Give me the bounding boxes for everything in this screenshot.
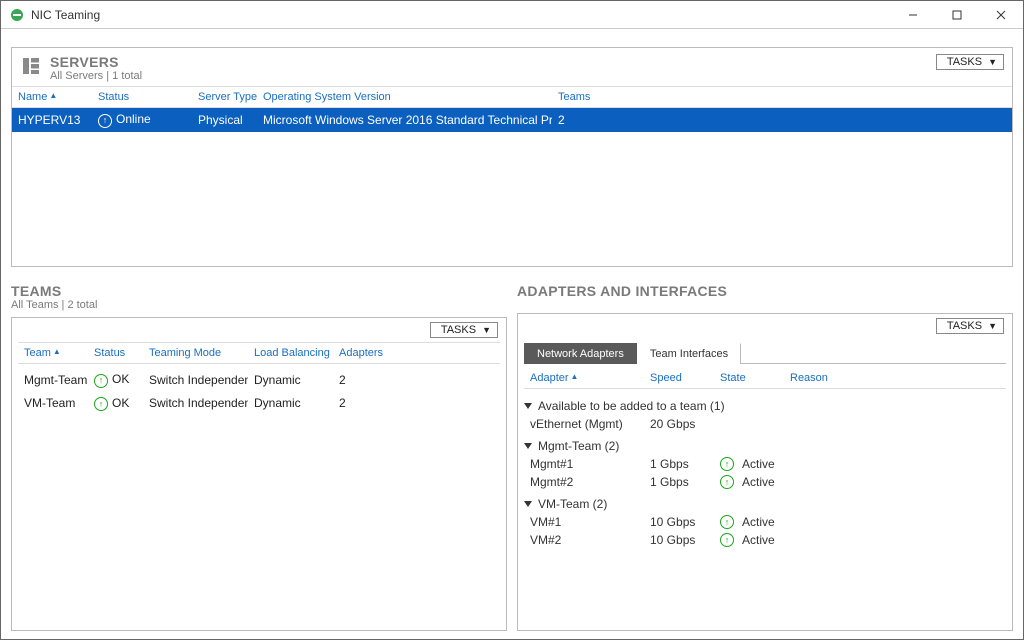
chevron-down-icon: ▼ xyxy=(988,57,997,67)
adapters-tabs: Network Adapters Team Interfaces xyxy=(524,342,1006,364)
adapter-group[interactable]: Available to be added to a team (1) xyxy=(524,399,1006,413)
status-up-icon: ↑ xyxy=(720,515,734,529)
col-reason[interactable]: Reason xyxy=(784,372,874,384)
team-mode: Switch Independent xyxy=(143,396,248,410)
team-lb: Dynamic xyxy=(248,373,333,387)
adapter-row[interactable]: Mgmt#2 1 Gbps ↑Active xyxy=(524,473,1006,491)
group-label: Available to be added to a team (1) xyxy=(538,399,725,413)
status-up-icon: ↑ xyxy=(720,475,734,489)
col-state[interactable]: State xyxy=(714,372,784,384)
title-bar: NIC Teaming xyxy=(1,1,1023,29)
tab-network-adapters[interactable]: Network Adapters xyxy=(524,343,637,364)
teams-grid-body: Mgmt-Team ↑OK Switch Independent Dynamic… xyxy=(12,364,506,630)
tasks-label: TASKS xyxy=(947,56,982,68)
col-status[interactable]: Status xyxy=(92,91,192,103)
teams-title: TEAMS xyxy=(11,283,507,299)
adapter-name: Mgmt#2 xyxy=(524,475,644,489)
team-lb: Dynamic xyxy=(248,396,333,410)
col-team[interactable]: Team▲ xyxy=(18,347,88,359)
adapters-title: ADAPTERS AND INTERFACES xyxy=(517,283,1013,299)
tasks-label: TASKS xyxy=(441,324,476,336)
adapter-speed: 10 Gbps xyxy=(644,533,714,547)
adapter-state: ↑Active xyxy=(714,515,784,529)
adapter-group[interactable]: VM-Team (2) xyxy=(524,497,1006,511)
teams-subtitle: All Teams | 2 total xyxy=(11,299,507,311)
app-icon xyxy=(9,7,25,23)
servers-subtitle: All Servers | 1 total xyxy=(50,70,142,82)
server-type: Physical xyxy=(192,113,257,127)
tasks-label: TASKS xyxy=(947,320,982,332)
adapter-state: ↑Active xyxy=(714,475,784,489)
minimize-button[interactable] xyxy=(891,1,935,29)
servers-grid-body: HYPERV13 ↑Online Physical Microsoft Wind… xyxy=(12,108,1012,266)
server-row[interactable]: HYPERV13 ↑Online Physical Microsoft Wind… xyxy=(12,108,1012,132)
adapter-name: Mgmt#1 xyxy=(524,457,644,471)
expand-icon xyxy=(524,403,532,409)
servers-icon xyxy=(20,56,42,78)
adapter-state: ↑Active xyxy=(714,457,784,471)
expand-icon xyxy=(524,501,532,507)
adapter-row[interactable]: VM#1 10 Gbps ↑Active xyxy=(524,513,1006,531)
chevron-down-icon: ▼ xyxy=(482,325,491,335)
adapter-name: VM#1 xyxy=(524,515,644,529)
teams-tasks-button[interactable]: TASKS ▼ xyxy=(430,322,498,338)
team-adapters: 2 xyxy=(333,396,403,410)
servers-title: SERVERS xyxy=(50,54,142,70)
col-speed[interactable]: Speed xyxy=(644,372,714,384)
team-row[interactable]: Mgmt-Team ↑OK Switch Independent Dynamic… xyxy=(18,368,500,392)
group-label: Mgmt-Team (2) xyxy=(538,439,619,453)
team-mode: Switch Independent xyxy=(143,373,248,387)
adapter-speed: 1 Gbps xyxy=(644,475,714,489)
adapter-row[interactable]: VM#2 10 Gbps ↑Active xyxy=(524,531,1006,549)
adapter-speed: 1 Gbps xyxy=(644,457,714,471)
col-adapters[interactable]: Adapters xyxy=(333,347,403,359)
adapters-tasks-button[interactable]: TASKS ▼ xyxy=(936,318,1004,334)
adapter-name: VM#2 xyxy=(524,533,644,547)
adapter-speed: 10 Gbps xyxy=(644,515,714,529)
adapter-state: ↑Active xyxy=(714,533,784,547)
teams-columns: Team▲ Status Teaming Mode Load Balancing… xyxy=(18,342,500,364)
col-lb[interactable]: Load Balancing xyxy=(248,347,333,359)
server-status: ↑Online xyxy=(92,112,192,128)
expand-icon xyxy=(524,443,532,449)
adapter-row[interactable]: vEthernet (Mgmt) 20 Gbps xyxy=(524,415,1006,433)
col-adapter[interactable]: Adapter▲ xyxy=(524,372,644,384)
adapter-group[interactable]: Mgmt-Team (2) xyxy=(524,439,1006,453)
server-teams: 2 xyxy=(552,113,612,127)
team-adapters: 2 xyxy=(333,373,403,387)
adapter-name: vEthernet (Mgmt) xyxy=(524,417,644,431)
tab-team-interfaces[interactable]: Team Interfaces xyxy=(637,343,741,364)
status-up-icon: ↑ xyxy=(98,114,112,128)
team-status: ↑OK xyxy=(88,372,143,388)
window-title: NIC Teaming xyxy=(31,8,100,22)
group-label: VM-Team (2) xyxy=(538,497,607,511)
col-teams[interactable]: Teams xyxy=(552,91,612,103)
chevron-down-icon: ▼ xyxy=(988,321,997,331)
servers-tasks-button[interactable]: TASKS ▼ xyxy=(936,54,1004,70)
col-status[interactable]: Status xyxy=(88,347,143,359)
col-os[interactable]: Operating System Version xyxy=(257,91,552,103)
servers-columns: Name▲ Status Server Type Operating Syste… xyxy=(12,86,1012,108)
team-status: ↑OK xyxy=(88,396,143,412)
status-up-icon: ↑ xyxy=(720,457,734,471)
adapter-row[interactable]: Mgmt#1 1 Gbps ↑Active xyxy=(524,455,1006,473)
col-server-type[interactable]: Server Type xyxy=(192,91,257,103)
server-name: HYPERV13 xyxy=(12,113,92,127)
maximize-button[interactable] xyxy=(935,1,979,29)
adapter-speed: 20 Gbps xyxy=(644,417,714,431)
adapters-grid-body: Available to be added to a team (1) vEth… xyxy=(518,389,1012,630)
team-name: VM-Team xyxy=(18,396,88,410)
status-up-icon: ↑ xyxy=(94,374,108,388)
col-mode[interactable]: Teaming Mode xyxy=(143,347,248,359)
servers-panel: SERVERS All Servers | 1 total TASKS ▼ Na… xyxy=(11,47,1013,267)
status-up-icon: ↑ xyxy=(94,397,108,411)
status-up-icon: ↑ xyxy=(720,533,734,547)
col-name[interactable]: Name▲ xyxy=(12,91,92,103)
close-button[interactable] xyxy=(979,1,1023,29)
team-name: Mgmt-Team xyxy=(18,373,88,387)
team-row[interactable]: VM-Team ↑OK Switch Independent Dynamic 2 xyxy=(18,392,500,416)
adapters-columns: Adapter▲ Speed State Reason xyxy=(524,368,1006,389)
server-os: Microsoft Windows Server 2016 Standard T… xyxy=(257,113,552,127)
